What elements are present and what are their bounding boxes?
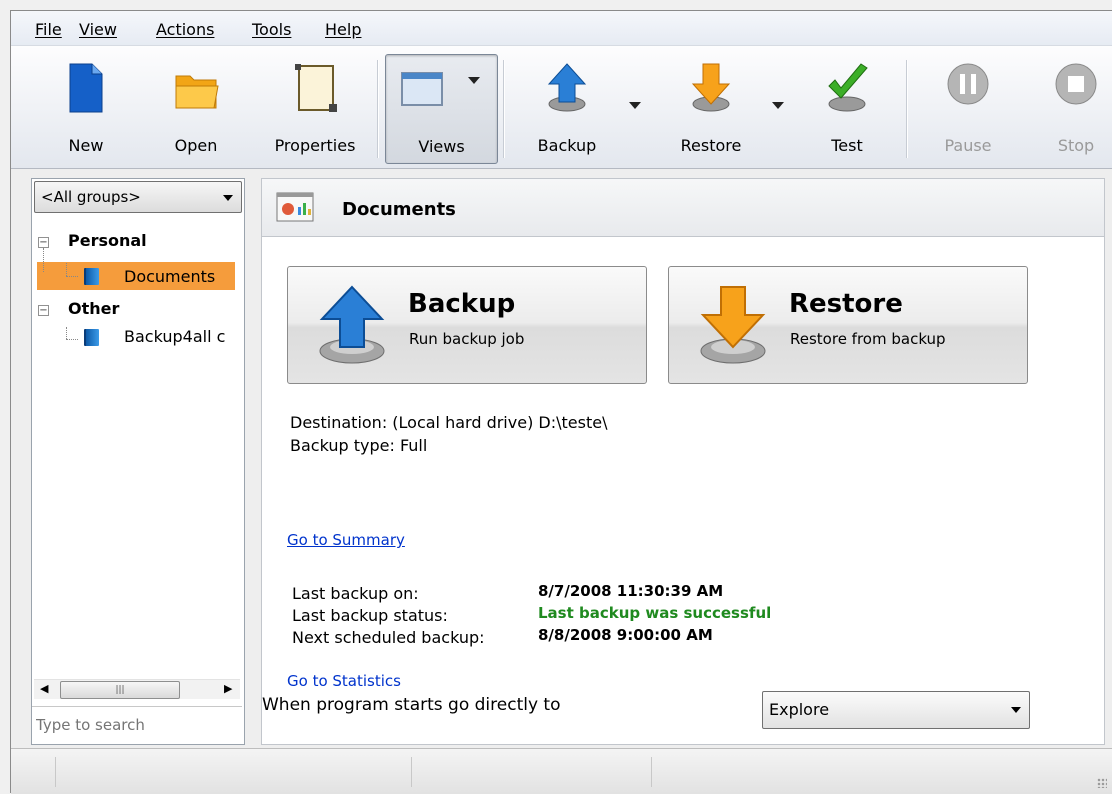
tree-group-other[interactable]: Other bbox=[68, 299, 119, 318]
collapse-other-icon[interactable]: − bbox=[38, 305, 49, 316]
properties-label: Properties bbox=[274, 136, 356, 155]
job-icon bbox=[84, 329, 99, 346]
views-icon bbox=[401, 72, 443, 106]
next-backup-value: 8/8/2008 9:00:00 AM bbox=[538, 626, 713, 644]
resize-grip-icon[interactable] bbox=[1097, 778, 1107, 788]
backup-label: Backup bbox=[537, 136, 597, 155]
run-restore-button[interactable]: Restore Restore from backup bbox=[668, 266, 1028, 384]
properties-button[interactable]: Properties bbox=[265, 54, 365, 162]
job-tree-panel: <All groups> − Personal Documents − Othe… bbox=[31, 178, 245, 745]
restore-arrow-down-icon bbox=[691, 63, 731, 112]
menu-file[interactable]: File bbox=[35, 20, 62, 39]
toolbar: New Open Properties Views Backup Restore… bbox=[11, 46, 1112, 169]
stop-button[interactable]: Stop bbox=[1041, 54, 1111, 162]
checkmark-icon bbox=[828, 63, 868, 112]
menu-bar: File View Actions Tools Help bbox=[11, 11, 1112, 46]
page-title: Documents bbox=[342, 199, 456, 220]
restore-arrow-down-icon bbox=[700, 286, 766, 364]
test-label: Test bbox=[831, 136, 863, 155]
backup-button[interactable]: Backup bbox=[527, 54, 607, 162]
app-window: File View Actions Tools Help New Open Pr… bbox=[10, 10, 1112, 794]
tree-horizontal-scrollbar[interactable]: ◀ ||| ▶ bbox=[34, 679, 240, 699]
pause-label: Pause bbox=[944, 136, 992, 155]
menu-view[interactable]: View bbox=[79, 20, 117, 39]
open-label: Open bbox=[174, 136, 218, 155]
restore-dropdown-arrow-icon[interactable] bbox=[772, 102, 784, 109]
scroll-left-icon[interactable]: ◀ bbox=[40, 682, 48, 695]
tree-search-box bbox=[32, 706, 242, 743]
tree-item-documents[interactable]: Documents bbox=[124, 267, 215, 286]
new-document-icon bbox=[69, 63, 103, 113]
restore-label: Restore bbox=[680, 136, 742, 155]
group-filter-value: <All groups> bbox=[41, 188, 141, 206]
menu-help[interactable]: Help bbox=[325, 20, 361, 39]
scroll-right-icon[interactable]: ▶ bbox=[224, 682, 232, 695]
new-label: New bbox=[68, 136, 104, 155]
backup-arrow-up-icon bbox=[547, 63, 587, 112]
backup-type-text: Backup type: Full bbox=[290, 436, 428, 455]
backup-status-value: Last backup was successful bbox=[538, 604, 772, 622]
startup-view-value: Explore bbox=[769, 700, 830, 719]
backup-status-label: Last backup status: bbox=[292, 606, 448, 625]
collapse-personal-icon[interactable]: − bbox=[38, 237, 49, 248]
folder-icon bbox=[175, 75, 219, 109]
go-to-summary-link[interactable]: Go to Summary bbox=[287, 531, 405, 549]
go-to-statistics-link[interactable]: Go to Statistics bbox=[287, 672, 401, 690]
chevron-down-icon bbox=[1011, 707, 1021, 713]
restore-subtitle: Restore from backup bbox=[790, 330, 946, 348]
pause-icon bbox=[947, 63, 989, 105]
new-button[interactable]: New bbox=[51, 54, 121, 162]
run-backup-button[interactable]: Backup Run backup job bbox=[287, 266, 647, 384]
stop-label: Stop bbox=[1057, 136, 1095, 155]
next-backup-label: Next scheduled backup: bbox=[292, 628, 485, 647]
status-bar bbox=[11, 748, 1112, 794]
open-button[interactable]: Open bbox=[161, 54, 231, 162]
backup-arrow-up-icon bbox=[319, 285, 385, 364]
views-dropdown-arrow-icon[interactable] bbox=[468, 77, 480, 84]
scrollbar-thumb[interactable]: ||| bbox=[60, 681, 180, 699]
tree-item-backup4all[interactable]: Backup4all c bbox=[124, 327, 225, 346]
test-button[interactable]: Test bbox=[817, 54, 877, 162]
restore-button[interactable]: Restore bbox=[666, 54, 756, 162]
last-backup-label: Last backup on: bbox=[292, 584, 419, 603]
job-summary-icon bbox=[276, 192, 314, 222]
job-icon bbox=[84, 268, 99, 285]
last-backup-value: 8/7/2008 11:30:39 AM bbox=[538, 582, 724, 600]
stop-icon bbox=[1055, 63, 1097, 105]
startup-label: When program starts go directly to bbox=[262, 695, 561, 715]
search-input[interactable] bbox=[34, 713, 238, 737]
pause-button[interactable]: Pause bbox=[933, 54, 1003, 162]
views-label: Views bbox=[418, 137, 465, 156]
backup-dropdown-arrow-icon[interactable] bbox=[629, 102, 641, 109]
job-header: Documents bbox=[262, 179, 1104, 237]
backup-subtitle: Run backup job bbox=[409, 330, 525, 348]
destination-text: Destination: (Local hard drive) D:\teste… bbox=[290, 413, 608, 432]
backup-title: Backup bbox=[408, 289, 516, 319]
menu-tools[interactable]: Tools bbox=[252, 20, 291, 39]
properties-icon bbox=[295, 64, 337, 112]
menu-actions[interactable]: Actions bbox=[156, 20, 214, 39]
group-filter-select[interactable]: <All groups> bbox=[34, 181, 242, 213]
restore-title: Restore bbox=[789, 289, 903, 319]
tree-group-personal[interactable]: Personal bbox=[68, 231, 147, 250]
views-button[interactable]: Views bbox=[385, 54, 498, 164]
job-details-panel: Documents Backup Run backup job Restore … bbox=[261, 178, 1105, 745]
startup-view-select[interactable]: Explore bbox=[762, 691, 1030, 729]
chevron-down-icon bbox=[223, 195, 233, 201]
